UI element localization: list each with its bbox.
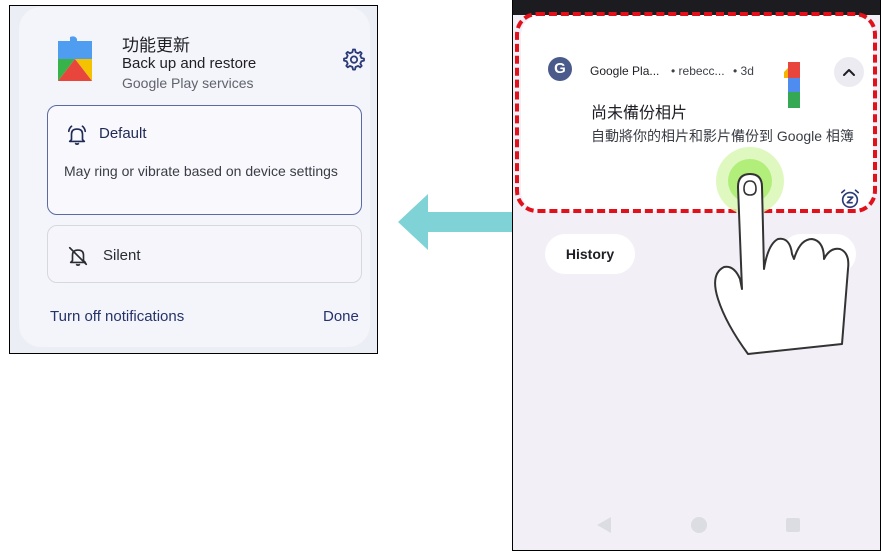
turn-off-notifications-button[interactable]: Turn off notifications — [50, 308, 184, 325]
notification-app-label: Google Pla... — [590, 64, 660, 78]
option-label: Silent — [103, 247, 141, 264]
done-button[interactable]: Done — [323, 308, 359, 325]
chevron-up-icon — [843, 69, 855, 76]
recent-square-icon[interactable] — [786, 518, 800, 532]
phone-screen: G Google Pla... • rebecc... • 3d 尚未備份相片 … — [512, 0, 881, 551]
option-description: May ring or vibrate based on device sett… — [64, 163, 338, 179]
status-bar — [513, 0, 880, 15]
notification-time: • 3d — [733, 64, 754, 78]
notification-account: • rebecc... — [671, 64, 725, 78]
notification-title: 尚未備份相片 — [591, 105, 688, 122]
app-avatar: G — [548, 57, 572, 81]
gear-icon[interactable] — [341, 47, 365, 71]
arrow-left-icon — [398, 194, 514, 250]
notification-settings-panel: 功能更新 Back up and restore Google Play ser… — [9, 5, 378, 354]
page-title: 功能更新 — [122, 36, 190, 55]
option-silent[interactable]: Silent — [47, 225, 362, 283]
back-triangle-icon[interactable] — [597, 517, 611, 533]
channel-name: Back up and restore — [122, 55, 257, 72]
history-button[interactable]: History — [545, 234, 635, 274]
option-label: Default — [99, 125, 147, 142]
bell-icon — [67, 125, 87, 145]
option-default[interactable]: Default May ring or vibrate based on dev… — [47, 105, 362, 215]
settings-card: 功能更新 Back up and restore Google Play ser… — [19, 7, 370, 347]
hand-pointer-icon — [714, 147, 850, 355]
app-name: Google Play services — [122, 75, 254, 91]
bell-off-icon — [68, 246, 88, 266]
expand-button[interactable] — [834, 57, 864, 87]
google-one-logo — [784, 62, 800, 108]
google-play-services-icon — [58, 36, 92, 81]
home-circle-icon[interactable] — [691, 517, 707, 533]
